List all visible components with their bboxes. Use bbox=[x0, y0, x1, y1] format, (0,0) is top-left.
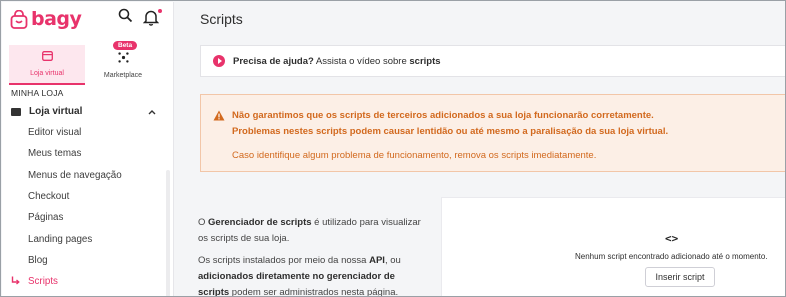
sidebar-item-menus-navegacao[interactable]: Menus de navegação bbox=[2, 165, 174, 186]
sub-arrow-icon bbox=[11, 276, 20, 288]
sidebar-item-landing-pages[interactable]: Landing pages bbox=[2, 228, 174, 249]
help-video-link[interactable]: scripts bbox=[409, 56, 440, 67]
logo-text: bagy bbox=[31, 8, 82, 30]
description: O Gerenciador de scripts é utilizado par… bbox=[198, 215, 428, 297]
sidebar-item-label: Meus temas bbox=[28, 148, 82, 160]
sidebar-item-scripts[interactable]: Scripts bbox=[2, 271, 174, 292]
module-tab-marketplace[interactable]: Beta Marketplace bbox=[85, 41, 161, 85]
sidebar-item-paginas[interactable]: Páginas bbox=[2, 207, 174, 228]
scripts-empty-state: <> Nenhum script encontrado adicionado a… bbox=[441, 197, 785, 296]
empty-state-text: Nenhum script encontrado adicionado até … bbox=[575, 252, 768, 261]
app-frame: bagy Loja virtual Beta Marketplace MINHA… bbox=[0, 0, 786, 297]
sidebar-item-label: Menus de navegação bbox=[28, 169, 122, 181]
main-content: Scripts Precisa de ajuda? Assista o víde… bbox=[175, 2, 785, 297]
sidebar-item-label: Checkout bbox=[28, 191, 70, 203]
help-body: Assista o vídeo sobre bbox=[313, 55, 410, 67]
nav-group-loja-virtual[interactable]: Loja virtual bbox=[2, 101, 174, 122]
logo[interactable]: bagy bbox=[10, 8, 82, 30]
desc-text: , ou bbox=[384, 255, 401, 266]
bag-logo-icon bbox=[10, 9, 28, 29]
sidebar-item-label: Landing pages bbox=[28, 233, 93, 245]
warning-line-3: Caso identifique algum problema de funci… bbox=[232, 150, 597, 161]
desc-bold: API bbox=[369, 255, 385, 266]
desc-bold: Gerenciador de scripts bbox=[208, 217, 312, 228]
sidebar-item-checkout[interactable]: Checkout bbox=[2, 186, 174, 207]
module-tab-label: Marketplace bbox=[103, 72, 143, 79]
sidebar-item-label: Blog bbox=[28, 254, 48, 266]
sidebar-item-editor-visual[interactable]: Editor visual bbox=[2, 122, 174, 143]
desc-text: Os scripts instalados por meio da nossa bbox=[198, 255, 370, 266]
desc-text: O bbox=[198, 217, 209, 228]
code-icon: <> bbox=[665, 232, 679, 245]
insert-script-button[interactable]: Inserir script bbox=[645, 267, 715, 287]
sidebar-scrollbar[interactable] bbox=[166, 170, 170, 296]
help-text: Precisa de ajuda? Assista o vídeo sobre … bbox=[233, 56, 441, 67]
store-icon bbox=[41, 48, 53, 66]
section-title: MINHA LOJA bbox=[11, 88, 64, 98]
store-icon bbox=[11, 107, 21, 116]
sidebar-item-meus-temas[interactable]: Meus temas bbox=[2, 143, 174, 164]
help-bar[interactable]: Precisa de ajuda? Assista o vídeo sobre … bbox=[200, 45, 785, 77]
warning-line-1: Não garantimos que os scripts de terceir… bbox=[232, 110, 654, 121]
marketplace-icon bbox=[117, 50, 129, 68]
desc-text: podem ser administrados nesta página. bbox=[229, 287, 399, 297]
sidebar-item-label: Páginas bbox=[28, 212, 64, 224]
chevron-up-icon bbox=[148, 107, 156, 118]
warning-line-2: Problemas nestes scripts podem causar le… bbox=[232, 126, 669, 137]
warning-alert: Não garantimos que os scripts de terceir… bbox=[200, 94, 785, 172]
module-tab-label: Loja virtual bbox=[30, 70, 64, 77]
notifications-button[interactable] bbox=[142, 8, 163, 27]
help-bold: Precisa de ajuda? bbox=[233, 55, 314, 67]
play-icon bbox=[213, 55, 225, 67]
page-title: Scripts bbox=[200, 11, 243, 27]
module-tab-loja-virtual[interactable]: Loja virtual bbox=[9, 45, 85, 85]
sidebar-header: bagy bbox=[2, 2, 173, 42]
warning-icon bbox=[213, 108, 225, 126]
sidebar-nav: Loja virtual Editor visual Meus temas Me… bbox=[2, 101, 174, 292]
description-paragraph-2: Os scripts instalados por meio da nossa … bbox=[198, 253, 428, 297]
sidebar-item-label: Editor visual bbox=[28, 127, 82, 139]
module-tabs: Loja virtual Beta Marketplace bbox=[9, 41, 169, 85]
sidebar-item-blog[interactable]: Blog bbox=[2, 250, 174, 271]
search-icon[interactable] bbox=[118, 8, 133, 28]
nav-group-label: Loja virtual bbox=[29, 106, 83, 117]
sidebar: bagy Loja virtual Beta Marketplace MINHA… bbox=[2, 2, 174, 296]
beta-badge: Beta bbox=[113, 41, 138, 50]
notification-dot bbox=[157, 8, 163, 14]
description-paragraph-1: O Gerenciador de scripts é utilizado par… bbox=[198, 215, 428, 247]
sidebar-item-label: Scripts bbox=[28, 276, 58, 288]
